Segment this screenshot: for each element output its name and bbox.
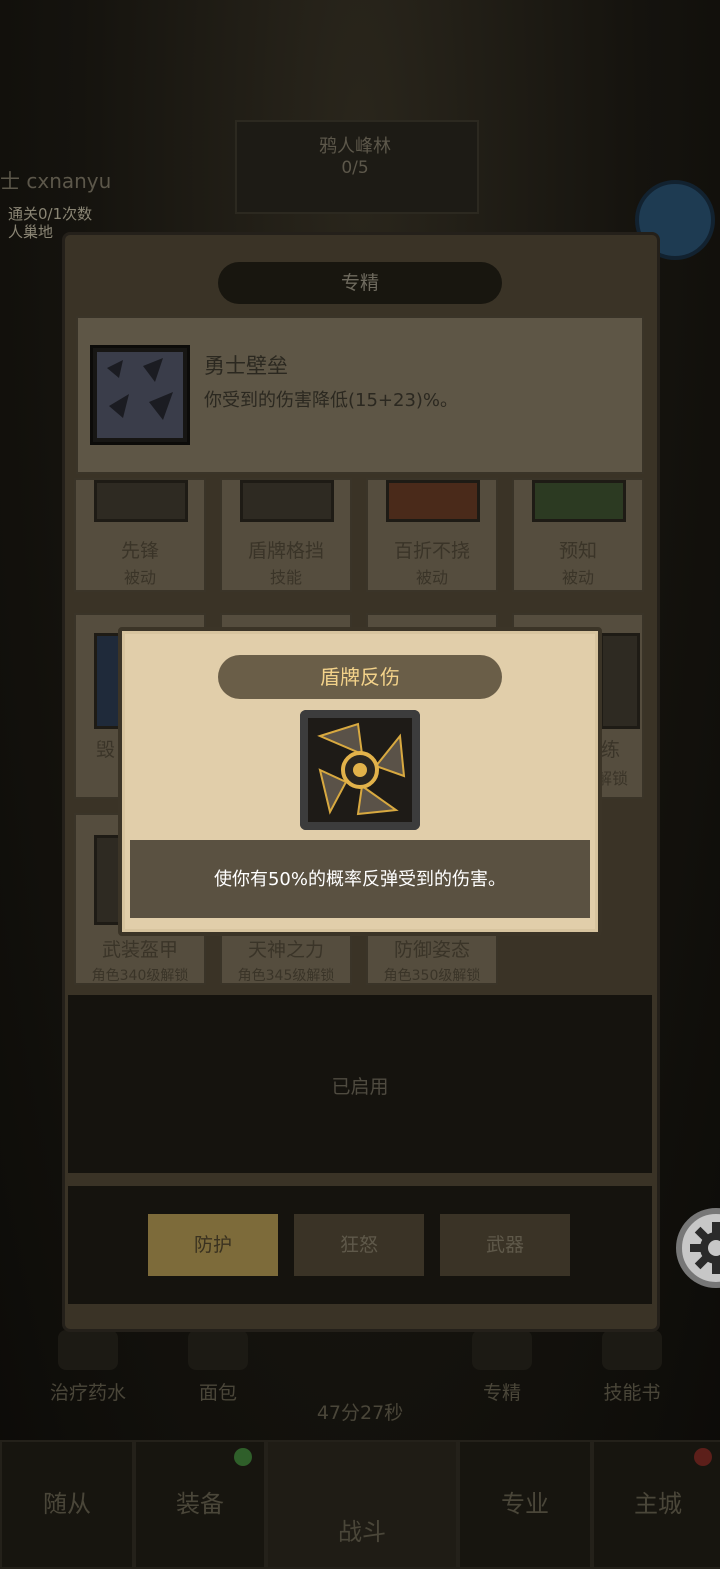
- stage-name: 鸦人峰林: [319, 136, 391, 157]
- talent-icon: [240, 480, 334, 522]
- nav-profession: 专业: [458, 1440, 592, 1569]
- location-label: 人巢地: [8, 223, 54, 241]
- shield-reflect-icon: [300, 710, 420, 830]
- talent-icon: [600, 633, 640, 729]
- battle-timer: 47分27秒: [316, 1402, 404, 1424]
- potion-icon: [58, 1330, 118, 1370]
- nav-followers: 随从: [0, 1440, 134, 1569]
- nav-battle: 战斗: [266, 1440, 458, 1569]
- specialization-icon: [472, 1330, 532, 1370]
- alert-badge: [694, 1448, 712, 1466]
- panel-title: 专精: [218, 262, 502, 304]
- tab-arms[interactable]: 武器: [440, 1214, 570, 1276]
- talent-tile[interactable]: 先锋 被动: [74, 478, 206, 592]
- talent-icon: [532, 480, 626, 522]
- tab-protection[interactable]: 防护: [148, 1214, 278, 1276]
- book-icon: [602, 1330, 662, 1370]
- utility-bread: 面包: [158, 1330, 278, 1405]
- talent-tile[interactable]: 盾牌格挡 技能: [220, 478, 352, 592]
- talent-tile[interactable]: 预知 被动: [512, 478, 644, 592]
- popup-description: 使你有50%的概率反弹受到的伤害。: [213, 869, 506, 890]
- enabled-status: 已启用: [331, 1076, 389, 1098]
- talent-icon: [94, 480, 188, 522]
- stage-progress: 0/5: [341, 158, 369, 178]
- notification-badge: [234, 1448, 252, 1466]
- talent-tile[interactable]: 百折不挠 被动: [366, 478, 498, 592]
- utility-potion: 治疗药水: [28, 1330, 148, 1405]
- popup-title: 盾牌反伤: [218, 655, 502, 699]
- bread-icon: [188, 1330, 248, 1370]
- utility-specialization: 专精: [442, 1330, 562, 1405]
- tab-fury[interactable]: 狂怒: [294, 1214, 424, 1276]
- utility-skillbook: 技能书: [572, 1330, 692, 1405]
- skill-icon: [90, 345, 190, 445]
- username: 士 cxnanyu: [0, 169, 112, 193]
- talent-icon: [386, 480, 480, 522]
- skill-name: 勇士壁垒: [204, 354, 288, 378]
- skill-description: 你受到的伤害降低(15+23)%。: [204, 390, 459, 411]
